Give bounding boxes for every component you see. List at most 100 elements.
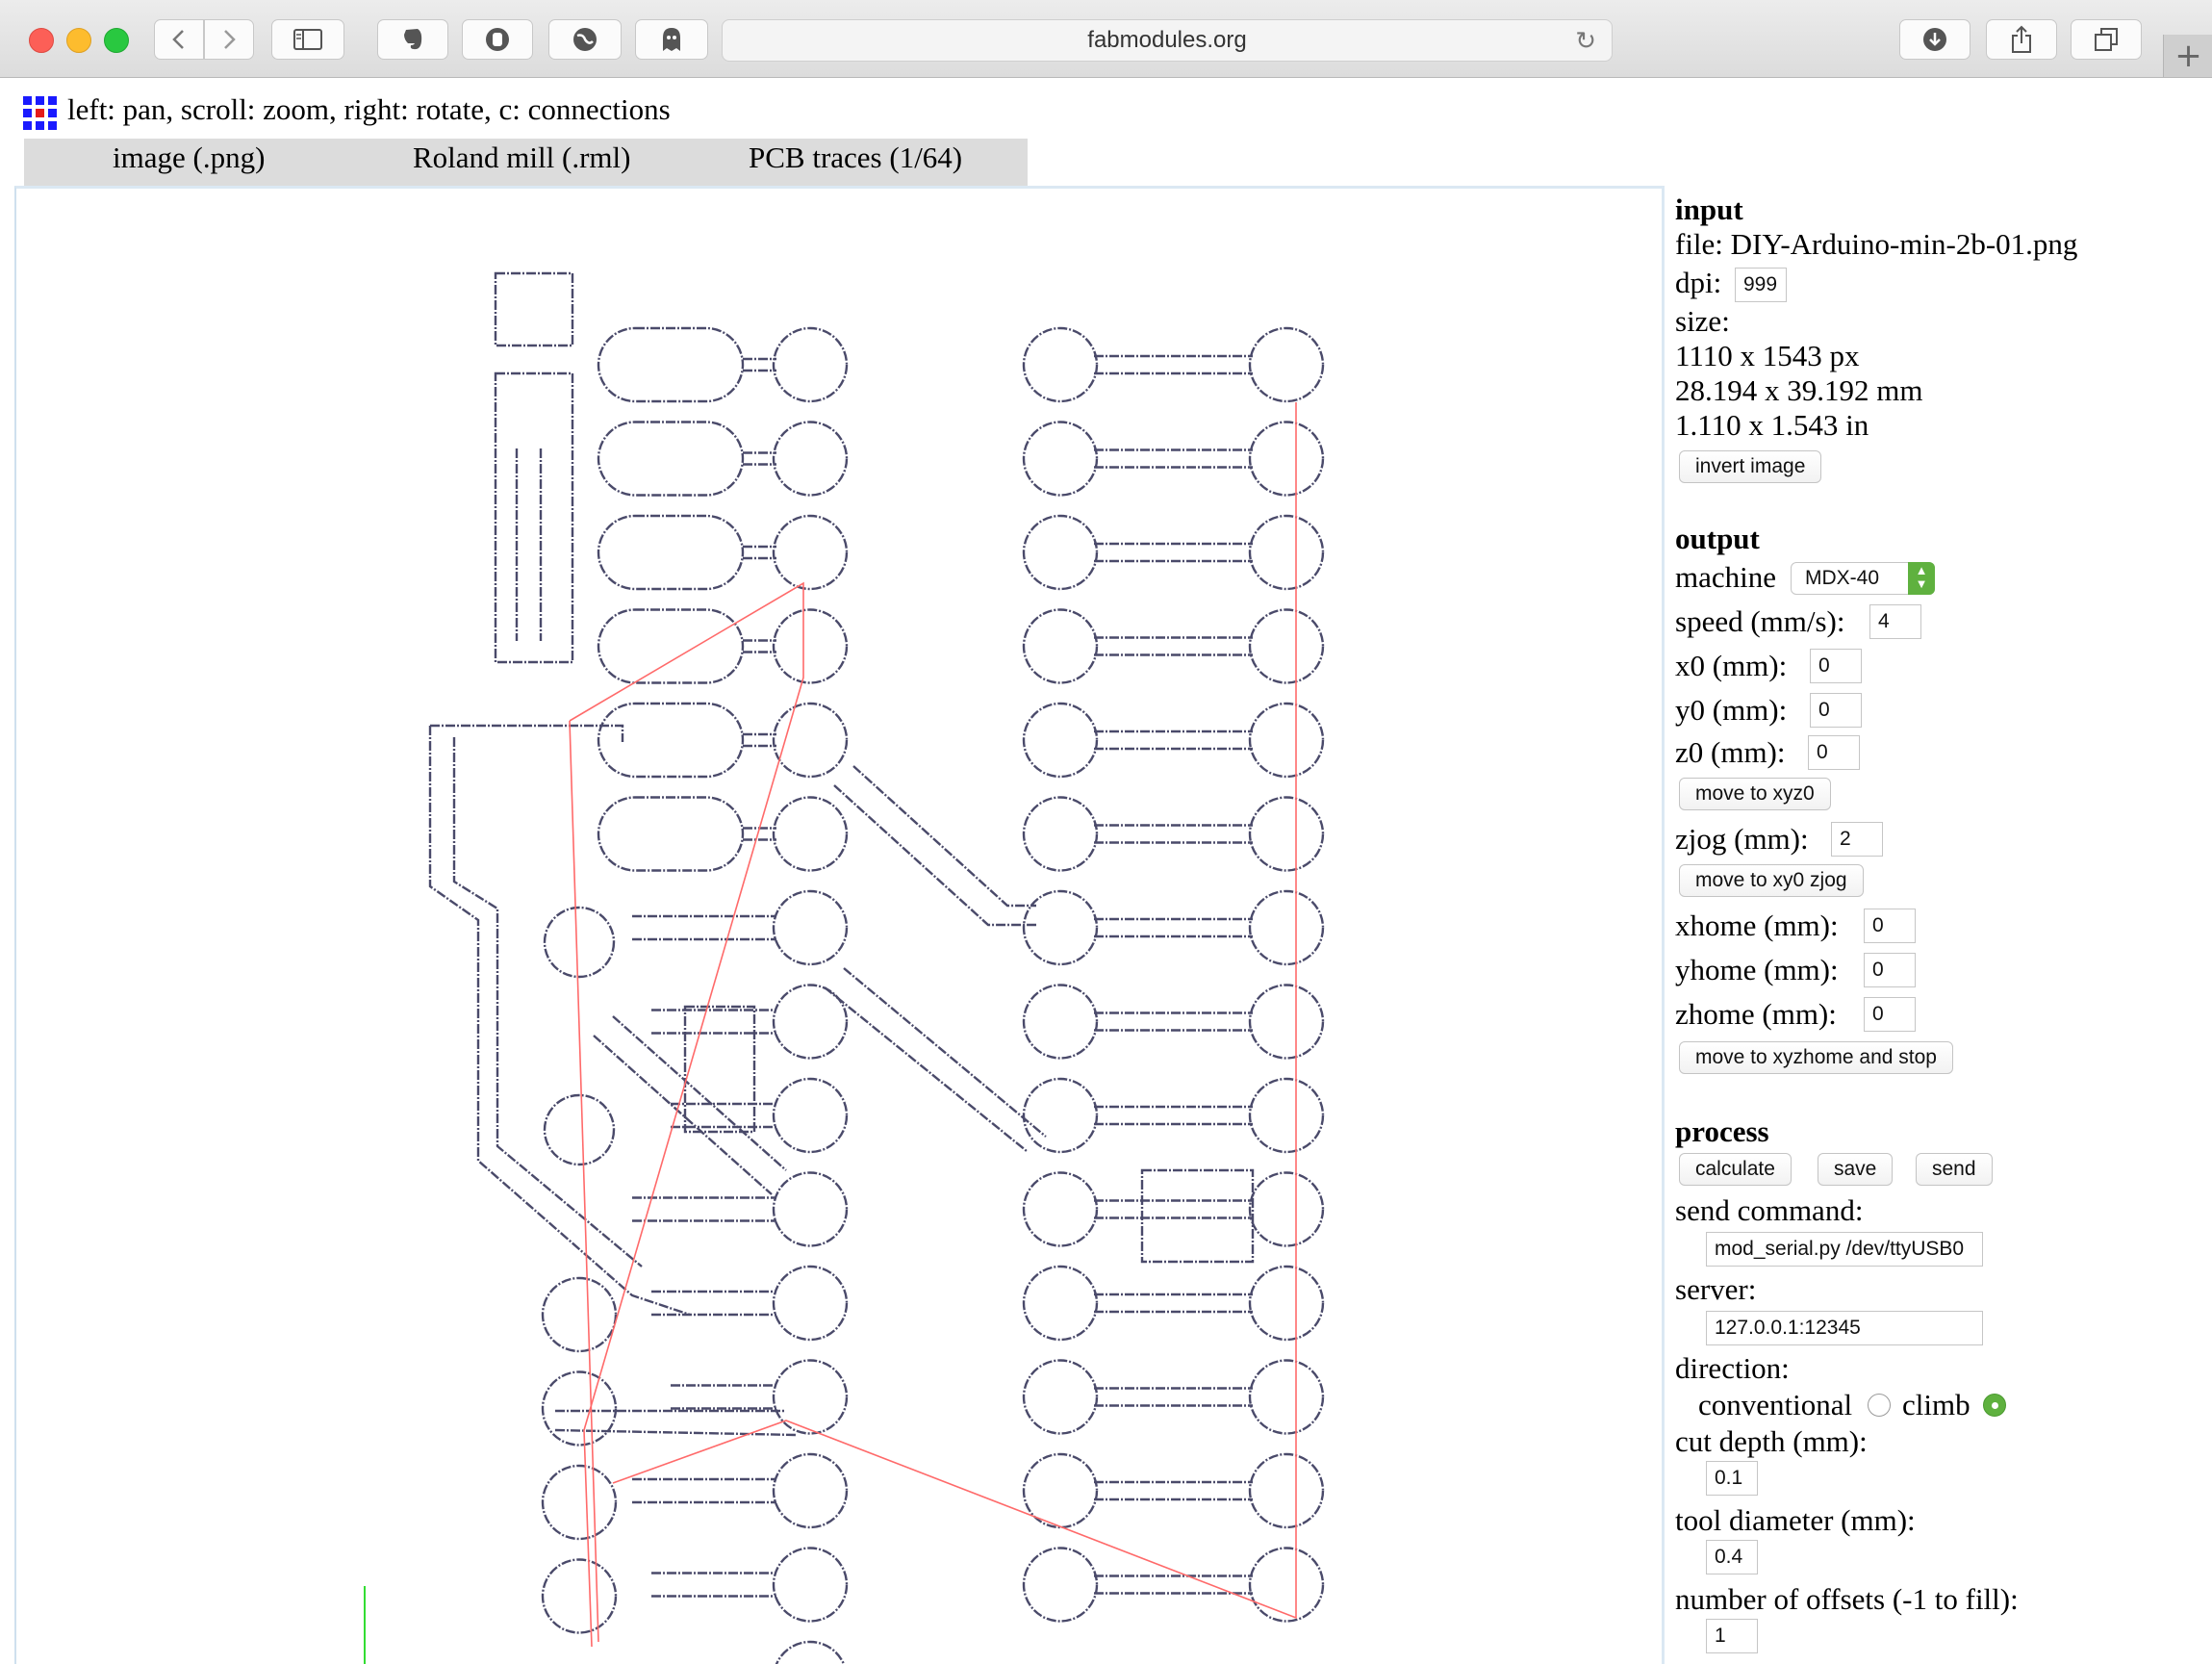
minimize-window-button[interactable]: [66, 28, 91, 53]
reload-icon[interactable]: ↻: [1575, 26, 1596, 55]
pad-outline: [1248, 608, 1325, 684]
cut-depth-label: cut depth (mm):: [1675, 1424, 1868, 1458]
move-to-xy0-zjog-button[interactable]: move to xy0 zjog: [1679, 864, 1864, 897]
pad-outline: [1022, 889, 1099, 966]
pad-outline: [1248, 421, 1325, 497]
browser-toolbar: fabmodules.org ↻ +: [0, 0, 2212, 78]
server-label: server:: [1675, 1272, 1757, 1306]
trace-outline: [1094, 1574, 1253, 1595]
x0-input[interactable]: 0: [1810, 649, 1862, 683]
pad-outline: [1248, 984, 1325, 1060]
share-icon: [2012, 25, 2031, 53]
address-bar[interactable]: fabmodules.org ↻: [722, 19, 1613, 62]
trace-outline: [430, 724, 624, 742]
chevron-left-icon: [172, 30, 184, 49]
trace-outline: [1094, 1293, 1253, 1314]
size-px: 1110 x 1543 px: [1675, 339, 1860, 372]
shield-extension-button[interactable]: [548, 19, 622, 60]
y0-label: y0 (mm):: [1675, 693, 1788, 727]
offsets-input[interactable]: 1: [1706, 1619, 1758, 1653]
url-text: fabmodules.org: [1087, 27, 1247, 53]
pad-outline: [597, 608, 745, 684]
speed-label: speed (mm/s):: [1675, 604, 1845, 638]
trace-outline: [1094, 1480, 1253, 1501]
y0-input[interactable]: 0: [1810, 693, 1862, 728]
move-to-xyzhome-button[interactable]: move to xyzhome and stop: [1679, 1041, 1953, 1074]
trace-outline: [1094, 1011, 1253, 1032]
xhome-label: xhome (mm):: [1675, 909, 1839, 942]
pad-outline: [541, 1558, 618, 1634]
trace-outline: [743, 451, 776, 466]
menu-roland-mill[interactable]: Roland mill (.rml): [413, 139, 630, 187]
dpi-input[interactable]: 999: [1735, 268, 1787, 302]
process-heading: process: [1675, 1114, 1769, 1148]
climb-radio[interactable]: [1983, 1394, 2006, 1417]
trace-outline: [824, 967, 1047, 1152]
adblock-extension-button[interactable]: [462, 19, 533, 60]
z0-input[interactable]: 0: [1808, 735, 1860, 770]
pad-outline: [772, 1265, 849, 1342]
input-heading: input: [1675, 192, 1743, 226]
tool-diameter-label: tool diameter (mm):: [1675, 1503, 1916, 1537]
close-window-button[interactable]: [29, 28, 54, 53]
send-command-input[interactable]: mod_serial.py /dev/ttyUSB0: [1706, 1232, 1983, 1267]
pad-outline: [1248, 1171, 1325, 1247]
pad-outline: [597, 514, 745, 591]
move-to-xyz0-button[interactable]: move to xyz0: [1679, 778, 1831, 810]
share-button[interactable]: [1986, 19, 2057, 60]
cut-depth-input[interactable]: 0.1: [1706, 1461, 1758, 1496]
machine-select[interactable]: MDX-40 ▲ ▼: [1791, 562, 1935, 595]
z0-label: z0 (mm):: [1675, 735, 1786, 769]
back-button[interactable]: [154, 19, 204, 60]
send-button[interactable]: send: [1916, 1153, 1993, 1186]
sidebar-toggle-button[interactable]: [271, 19, 344, 60]
chevron-right-icon: [224, 30, 236, 49]
menu-image-png[interactable]: image (.png): [113, 139, 265, 187]
calculate-button[interactable]: calculate: [1679, 1153, 1792, 1186]
trace-outline: [651, 1572, 776, 1598]
select-arrows-icon: ▲ ▼: [1908, 562, 1935, 595]
pad-outline: [772, 1171, 849, 1247]
pad-outline: [772, 1547, 849, 1623]
trace-outline: [1094, 354, 1253, 375]
tab-overview-button[interactable]: [2071, 19, 2142, 60]
zoom-window-button[interactable]: [104, 28, 129, 53]
pad-outline: [543, 1093, 616, 1166]
pad-outline: [597, 796, 745, 872]
new-tab-button[interactable]: +: [2163, 35, 2212, 77]
invert-image-button[interactable]: invert image: [1679, 450, 1822, 483]
forward-button[interactable]: [204, 19, 254, 60]
globe-icon: [573, 28, 597, 51]
connection-line: [569, 581, 804, 1648]
conventional-radio[interactable]: [1868, 1394, 1891, 1417]
pad-outline: [1248, 889, 1325, 966]
downloads-button[interactable]: [1899, 19, 1970, 60]
pad-outline: [1248, 326, 1325, 403]
pad-outline: [1248, 514, 1325, 591]
xhome-input[interactable]: 0: [1864, 909, 1916, 943]
pad-outline: [1022, 984, 1099, 1060]
pad-outline: [1022, 514, 1099, 591]
yhome-input[interactable]: 0: [1864, 953, 1916, 987]
speed-input[interactable]: 4: [1869, 604, 1921, 639]
pad-outline: [1022, 1547, 1099, 1623]
help-text: left: pan, scroll: zoom, right: rotate, …: [67, 92, 671, 126]
menu-pcb-traces[interactable]: PCB traces (1/64): [749, 139, 962, 187]
trace-outline: [1094, 824, 1253, 844]
zjog-input[interactable]: 2: [1831, 822, 1883, 857]
zhome-input[interactable]: 0: [1864, 997, 1916, 1032]
ghostery-extension-button[interactable]: [635, 19, 708, 60]
save-button[interactable]: save: [1818, 1153, 1894, 1186]
settings-panel: input file: DIY-Arduino-min-2b-01.png dp…: [1675, 189, 2195, 1664]
toolpath-drawing[interactable]: [16, 189, 1665, 1664]
pad-outline: [775, 1640, 846, 1664]
trace-outline: [1094, 730, 1253, 751]
tool-diameter-input[interactable]: 0.4: [1706, 1540, 1758, 1574]
trace-outline: [632, 1196, 776, 1222]
climb-label: climb: [1902, 1388, 1970, 1421]
pad-outline: [683, 1005, 756, 1134]
server-input[interactable]: 127.0.0.1:12345: [1706, 1311, 1983, 1345]
toolpath-canvas[interactable]: [14, 186, 1665, 1664]
evernote-extension-button[interactable]: [377, 19, 448, 60]
trace-outline: [651, 1009, 776, 1035]
